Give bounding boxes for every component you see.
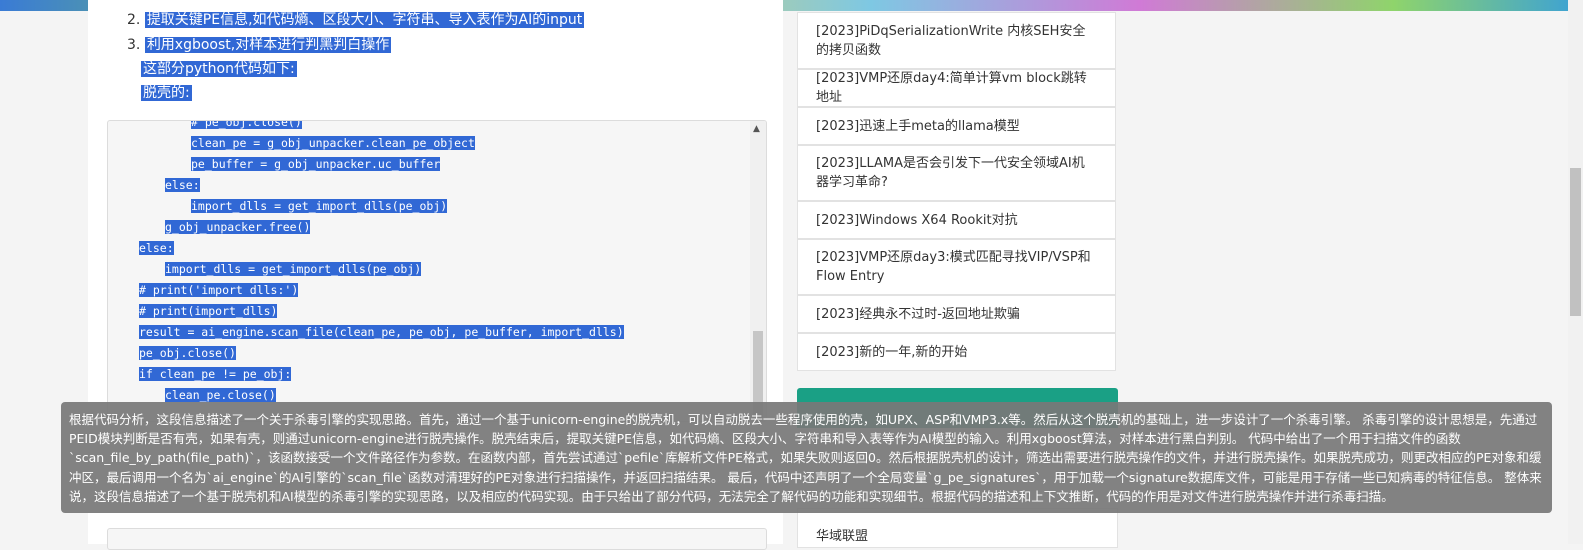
paragraph-text: 这部分python代码如下:	[141, 61, 297, 77]
code-line: pe_buffer = g_obj_unpacker.uc_buffer	[191, 157, 441, 171]
paragraph: 脱壳的:	[141, 82, 192, 104]
sidebar-link-label: 华域联盟	[816, 529, 869, 544]
list-text: 利用xgboost,对样本进行判黑判白操作	[144, 37, 392, 53]
scroll-up-icon[interactable]: ▲	[753, 124, 760, 134]
code-line: import_dlls = get_import_dlls(pe_obj)	[165, 262, 422, 276]
sidebar-link[interactable]: [2023]LLAMA是否会引发下一代安全领域AI机器学习革命?	[797, 145, 1116, 201]
page-scrollbar[interactable]	[1568, 0, 1583, 544]
paragraph: 这部分python代码如下:	[141, 58, 297, 80]
code-line: clean_pe = g_obj_unpacker.clean_pe_objec…	[191, 136, 475, 150]
code-line: else:	[139, 241, 174, 255]
code-line: pe_obj.close()	[139, 346, 236, 360]
code-line: result = ai_engine.scan_file(clean_pe, p…	[139, 325, 624, 339]
sidebar-link[interactable]: [2023]Windows X64 Rookit对抗	[797, 201, 1116, 239]
list-item: 3. 利用xgboost,对样本进行判黑判白操作	[127, 34, 392, 56]
sidebar-link[interactable]: [2023]经典永不过时-返回地址欺骗	[797, 295, 1116, 333]
paragraph-text: 脱壳的:	[141, 85, 192, 101]
code-line: # print(import_dlls)	[139, 304, 278, 318]
sidebar-link[interactable]: [2023]VMP还原day3:模式匹配寻找VIP/VSP和Flow Entry	[797, 239, 1116, 295]
code-line: if clean_pe != pe_obj:	[139, 367, 292, 381]
sidebar-link[interactable]: [2023]迅速上手meta的llama模型	[797, 107, 1116, 145]
code-block[interactable]: # pe_obj.close() clean_pe = g_obj_unpack…	[107, 120, 767, 422]
page-scrollbar-thumb[interactable]	[1570, 168, 1581, 316]
code-line: import_dlls = get_import_dlls(pe_obj)	[191, 199, 448, 213]
sidebar-link[interactable]: [2023]PiDqSerializationWrite 内核SEH安全的拷贝函…	[797, 12, 1116, 69]
tooltip-text: 根据代码分析，这段信息描述了一个关于杀毒引擎的实现思路。首先，通过一个基于uni…	[69, 412, 1542, 504]
code-line: # print('import dlls:')	[139, 283, 299, 297]
list-text: 提取关键PE信息,如代码熵、区段大小、字符串、导入表作为AI的input	[144, 12, 585, 28]
code-line: # pe_obj.close()	[113, 121, 302, 132]
list-number: 3.	[127, 37, 141, 53]
summary-tooltip: 根据代码分析，这段信息描述了一个关于杀毒引擎的实现思路。首先，通过一个基于uni…	[61, 402, 1552, 513]
sidebar-link[interactable]: [2023]新的一年,新的开始	[797, 333, 1116, 371]
list-number: 2.	[127, 12, 141, 28]
sidebar-link[interactable]: 华域联盟	[797, 508, 1118, 548]
sidebar-link[interactable]: [2023]VMP还原day4:简单计算vm block跳转地址	[797, 69, 1116, 107]
code-line: else:	[165, 178, 200, 192]
code-scrollbar[interactable]: ▲	[750, 121, 766, 421]
code-line: g_obj_unpacker.free()	[165, 220, 311, 234]
code-block	[107, 528, 767, 550]
list-item: 2. 提取关键PE信息,如代码熵、区段大小、字符串、导入表作为AI的input	[127, 9, 585, 31]
